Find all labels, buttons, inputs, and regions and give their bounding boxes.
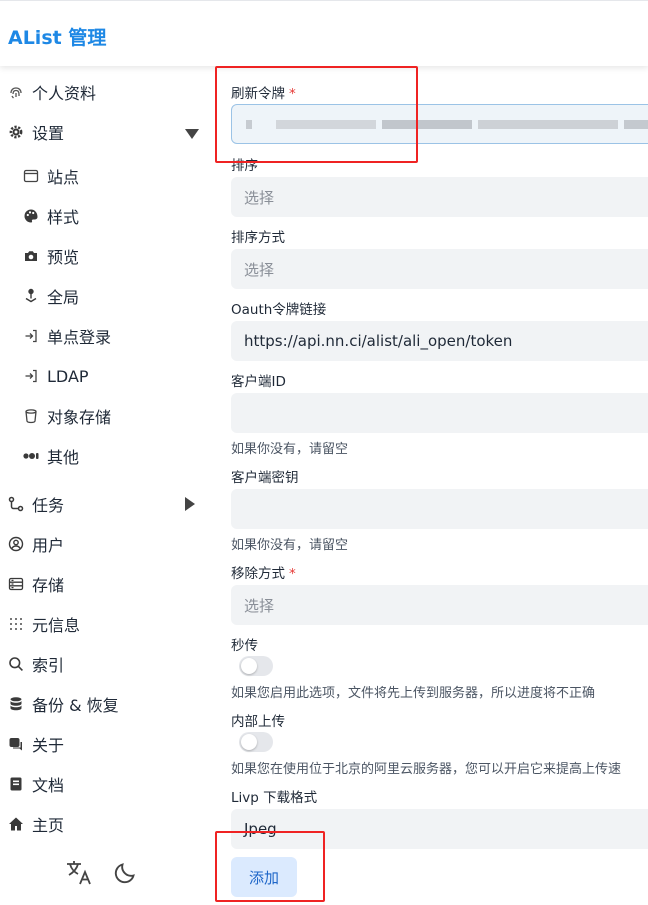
order-direction-label: 排序方式 xyxy=(231,230,285,246)
highlight-box-add-button xyxy=(215,831,325,902)
sidebar-footer xyxy=(0,856,215,896)
sidebar-item-label: 用户 xyxy=(32,536,65,555)
sidebar-item-label: 备份 & 恢复 xyxy=(32,696,119,715)
rapid-upload-hint: 如果您启用此选项，文件将先上传到服务器，所以进度将不正确 xyxy=(231,686,596,701)
toggle-knob xyxy=(241,658,257,674)
internal-upload-toggle[interactable] xyxy=(239,732,273,752)
sidebar: 个人资料 设置 站点 样式 预览 全局 单点登录 LDAP 对象存储 其他 任务… xyxy=(0,66,215,905)
sidebar-item-index[interactable]: 索引 xyxy=(0,649,215,679)
sidebar-item-preview[interactable]: 预览 xyxy=(0,241,215,271)
sidebar-item-docs[interactable]: 文档 xyxy=(0,769,215,799)
sidebar-item-label: 主页 xyxy=(32,816,65,835)
translate-icon[interactable] xyxy=(64,856,94,888)
user-icon xyxy=(7,535,25,553)
sidebar-item-sso[interactable]: 单点登录 xyxy=(0,321,215,351)
sidebar-item-tasks[interactable]: 任务 xyxy=(0,489,215,519)
bucket-icon xyxy=(22,407,40,425)
fingerprint-icon xyxy=(7,83,25,101)
sidebar-item-ldap[interactable]: LDAP xyxy=(0,361,215,391)
tasks-icon xyxy=(7,495,25,513)
sidebar-item-label: 样式 xyxy=(47,208,80,227)
sidebar-item-object-storage[interactable]: 对象存储 xyxy=(0,401,215,431)
sidebar-item-settings[interactable]: 设置 xyxy=(0,117,215,147)
rapid-upload-label: 秒传 xyxy=(231,638,258,654)
login-icon xyxy=(22,327,40,345)
toggle-knob xyxy=(241,734,257,750)
sidebar-item-label: 元信息 xyxy=(32,616,81,635)
client-secret-hint: 如果你没有，请留空 xyxy=(231,538,349,553)
internal-upload-label: 内部上传 xyxy=(231,714,285,730)
sidebar-item-home[interactable]: 主页 xyxy=(0,809,215,839)
sidebar-item-other[interactable]: 其他 xyxy=(0,441,215,471)
sidebar-item-backup-restore[interactable]: 备份 & 恢复 xyxy=(0,689,215,719)
highlight-box-refresh-token xyxy=(215,66,418,163)
joystick-icon xyxy=(22,287,40,305)
sidebar-item-label: 文档 xyxy=(32,776,65,795)
client-id-input[interactable] xyxy=(231,393,648,433)
sidebar-item-users[interactable]: 用户 xyxy=(0,529,215,559)
login-icon xyxy=(22,367,40,385)
book-icon xyxy=(7,775,25,793)
sidebar-item-label: 个人资料 xyxy=(32,84,97,103)
sidebar-item-label: 任务 xyxy=(32,496,65,515)
app-title[interactable]: AList 管理 xyxy=(8,23,106,50)
sidebar-item-label: 预览 xyxy=(47,248,80,267)
client-secret-label: 客户端密钥 xyxy=(231,470,299,486)
sidebar-item-label: 全局 xyxy=(47,288,80,307)
gear-icon xyxy=(7,123,25,141)
sidebar-item-storage[interactable]: 存储 xyxy=(0,569,215,599)
sidebar-item-style[interactable]: 样式 xyxy=(0,201,215,231)
oauth-url-input[interactable]: https://api.nn.ci/alist/ali_open/token xyxy=(231,321,648,361)
chat-icon xyxy=(7,735,25,753)
sidebar-item-label: 对象存储 xyxy=(47,408,112,427)
sidebar-item-global[interactable]: 全局 xyxy=(0,281,215,311)
sidebar-item-label: LDAP xyxy=(47,366,89,386)
home-icon xyxy=(7,815,25,833)
meta-icon xyxy=(7,615,25,633)
chevron-right-icon[interactable] xyxy=(184,496,196,516)
oauth-url-label: Oauth令牌链接 xyxy=(231,302,327,318)
rapid-upload-toggle[interactable] xyxy=(239,656,273,676)
sidebar-item-label: 关于 xyxy=(32,736,65,755)
moon-icon[interactable] xyxy=(111,856,141,888)
storage-form: 刷新令牌 * 排序 选择 排序方式 选择 Oauth令牌链接 https://ap… xyxy=(215,66,648,905)
backup-icon xyxy=(7,695,25,713)
camera-icon xyxy=(22,247,40,265)
internal-upload-hint: 如果您在使用位于北京的阿里云服务器，您可以开启它来提高上传速 xyxy=(231,762,622,777)
search-icon xyxy=(7,655,25,673)
sidebar-item-label: 存储 xyxy=(32,576,65,595)
client-secret-input[interactable] xyxy=(231,489,648,529)
order-direction-select[interactable]: 选择 xyxy=(231,249,648,289)
sidebar-item-meta[interactable]: 元信息 xyxy=(0,609,215,639)
sidebar-item-label: 设置 xyxy=(32,124,65,143)
redacted-text xyxy=(624,120,648,129)
database-icon xyxy=(7,575,25,593)
chevron-down-icon[interactable] xyxy=(185,125,199,144)
sidebar-item-label: 其他 xyxy=(47,448,80,467)
livp-format-label: Livp 下载格式 xyxy=(231,790,318,806)
sidebar-item-site[interactable]: 站点 xyxy=(0,161,215,191)
dots-icon xyxy=(22,447,40,465)
palette-icon xyxy=(22,207,40,225)
remove-way-label: 移除方式 * xyxy=(231,566,296,582)
sidebar-item-label: 单点登录 xyxy=(47,328,112,347)
sidebar-item-label: 索引 xyxy=(32,656,65,675)
redacted-text xyxy=(478,120,618,129)
sidebar-item-label: 站点 xyxy=(47,168,80,187)
remove-way-select[interactable]: 选择 xyxy=(231,585,648,625)
order-by-select[interactable]: 选择 xyxy=(231,177,648,217)
client-id-label: 客户端ID xyxy=(231,374,286,390)
sidebar-item-profile[interactable]: 个人资料 xyxy=(0,77,215,107)
sidebar-item-about[interactable]: 关于 xyxy=(0,729,215,759)
window-icon xyxy=(22,167,40,185)
top-header: AList 管理 xyxy=(0,0,648,66)
client-id-hint: 如果你没有，请留空 xyxy=(231,442,349,457)
